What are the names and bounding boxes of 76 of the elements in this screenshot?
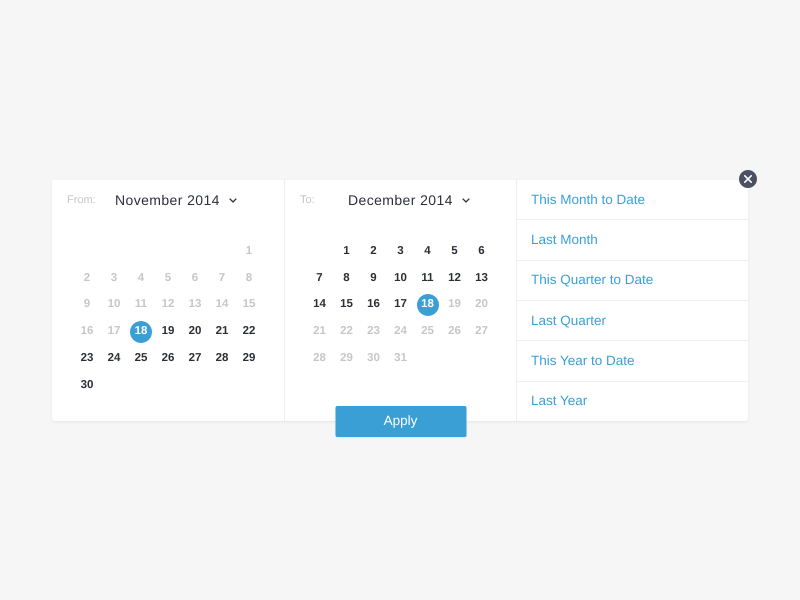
calendar-day[interactable]: 12 xyxy=(444,267,466,290)
calendar-day[interactable]: 6 xyxy=(184,267,206,290)
calendar-day[interactable]: 19 xyxy=(444,294,466,316)
chevron-down-icon xyxy=(228,198,237,202)
calendar-day[interactable]: 14 xyxy=(308,294,330,316)
calendar-day[interactable]: 10 xyxy=(390,267,412,290)
calendar-day[interactable]: 10 xyxy=(103,294,125,316)
calendar-day[interactable]: 1 xyxy=(336,240,358,262)
calendar-day[interactable]: 11 xyxy=(416,267,438,290)
calendar-day[interactable]: 21 xyxy=(308,320,330,343)
calendar-day[interactable]: 8 xyxy=(336,267,358,290)
calendar-day[interactable]: 9 xyxy=(362,267,384,290)
calendar-day[interactable]: 4 xyxy=(130,267,152,290)
calendar-day[interactable]: 25 xyxy=(130,348,152,370)
calendar-day[interactable]: 17 xyxy=(103,320,125,343)
calendar-day[interactable]: 27 xyxy=(470,320,492,343)
calendar-day[interactable]: 26 xyxy=(444,320,466,343)
calendar-day[interactable]: 29 xyxy=(336,348,358,370)
calendar-day[interactable]: 8 xyxy=(238,267,260,290)
calendar-day[interactable]: 23 xyxy=(76,348,98,370)
calendar-day[interactable]: 21 xyxy=(211,320,233,343)
calendar-day[interactable]: 26 xyxy=(157,348,179,370)
close-button[interactable] xyxy=(739,170,757,188)
calendar-day[interactable]: 24 xyxy=(390,320,412,343)
month-dropdown[interactable]: December 2014 xyxy=(348,190,470,210)
calendar-day[interactable]: 23 xyxy=(362,320,384,343)
preset-option[interactable]: Last Month xyxy=(517,219,748,260)
calendar-day[interactable]: 13 xyxy=(470,267,492,290)
calendar-day[interactable]: 5 xyxy=(444,240,466,262)
calendar-day[interactable]: 19 xyxy=(157,320,179,343)
month-dropdown[interactable]: November 2014 xyxy=(115,190,237,210)
calendar-day[interactable]: 31 xyxy=(390,348,412,370)
calendar-day[interactable]: 11 xyxy=(130,294,152,316)
calendar-day[interactable]: 28 xyxy=(211,348,233,370)
preset-option[interactable]: Last Quarter xyxy=(517,300,748,340)
calendar-day[interactable]: 14 xyxy=(211,294,233,316)
field-label: From: xyxy=(67,193,97,208)
calendar-day[interactable]: 7 xyxy=(211,267,233,290)
apply-button[interactable]: Apply xyxy=(335,406,466,437)
calendar-day[interactable]: 16 xyxy=(76,320,98,343)
calendar-day[interactable]: 24 xyxy=(103,348,125,370)
close-icon xyxy=(744,175,752,183)
preset-option[interactable]: Last Year xyxy=(517,380,748,421)
calendar-day[interactable]: 5 xyxy=(157,267,179,290)
preset-option[interactable]: This Year to Date xyxy=(517,340,748,381)
calendar-day[interactable]: 1 xyxy=(238,240,260,262)
calendar-day[interactable]: 25 xyxy=(416,320,438,343)
calendar-day[interactable]: 28 xyxy=(308,348,330,370)
calendar-day[interactable]: 12 xyxy=(157,294,179,316)
calendar-day[interactable]: 2 xyxy=(76,267,98,290)
preset-option[interactable]: This Quarter to Date xyxy=(517,260,748,300)
calendar-day[interactable]: 13 xyxy=(184,294,206,316)
chevron-down-icon xyxy=(462,198,470,202)
calendar-day[interactable]: 29 xyxy=(238,348,260,370)
calendar-day[interactable]: 6 xyxy=(470,240,492,262)
calendar-day[interactable]: 4 xyxy=(416,240,438,262)
calendar-day[interactable]: 27 xyxy=(184,348,206,370)
calendar-day[interactable]: 20 xyxy=(470,294,492,316)
calendar-day[interactable]: 30 xyxy=(76,374,98,396)
calendar-day[interactable]: 15 xyxy=(336,294,358,316)
calendar-day[interactable]: 18 xyxy=(416,294,438,316)
calendar-day[interactable]: 2 xyxy=(362,240,384,262)
calendar-day[interactable]: 17 xyxy=(390,294,412,316)
calendar-day[interactable]: 22 xyxy=(238,320,260,343)
calendar-day[interactable]: 7 xyxy=(308,267,330,290)
calendar-day[interactable]: 20 xyxy=(184,320,206,343)
calendar-day[interactable]: 18 xyxy=(130,320,152,343)
calendar-day[interactable]: 30 xyxy=(362,348,384,370)
preset-option[interactable]: This Month to Date xyxy=(517,180,748,220)
calendar-day[interactable]: 22 xyxy=(336,320,358,343)
calendar-day[interactable]: 9 xyxy=(76,294,98,316)
calendar-day[interactable]: 16 xyxy=(362,294,384,316)
calendar-day[interactable]: 15 xyxy=(238,294,260,316)
calendar-day[interactable]: 3 xyxy=(103,267,125,290)
calendar-day[interactable]: 3 xyxy=(390,240,412,262)
field-label: To: xyxy=(300,193,316,208)
